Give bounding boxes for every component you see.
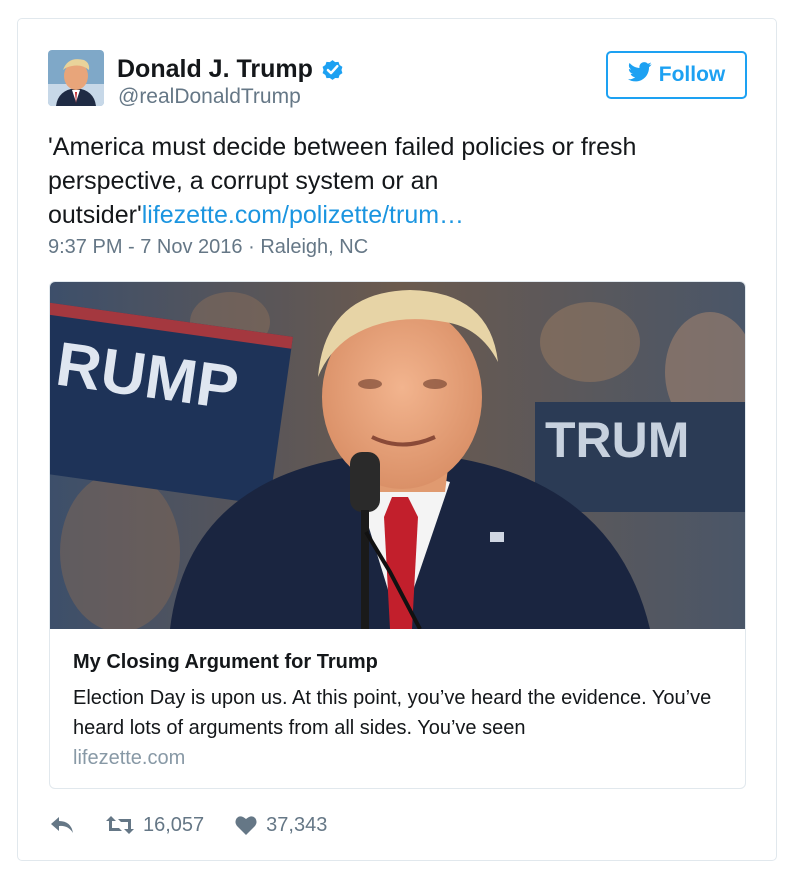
reply-icon (49, 814, 75, 836)
tweet-text: 'America must decide between failed poli… (48, 130, 668, 232)
card-image[interactable]: RUMP TRUM (50, 282, 746, 629)
tweet-timestamp-location[interactable]: 9:37 PM - 7 Nov 2016 · Raleigh, NC (48, 236, 368, 259)
card-image-sign-right: TRUM (545, 412, 689, 468)
retweet-icon (105, 814, 135, 836)
follow-button[interactable]: Follow (606, 51, 747, 99)
retweet-button[interactable]: 16,057 (105, 814, 204, 837)
avatar[interactable] (48, 50, 104, 106)
heart-icon (234, 814, 258, 836)
author-handle[interactable]: @realDonaldTrump (118, 85, 301, 109)
tweet-actions: 16,057 37,343 (49, 812, 327, 838)
card-domain: lifezette.com (73, 747, 186, 769)
author-name[interactable]: Donald J. Trump (117, 55, 345, 84)
verified-badge-icon (320, 57, 345, 82)
link-preview-card[interactable]: RUMP TRUM My Closing Argument for Trump … (49, 281, 746, 789)
embedded-tweet: Donald J. Trump @realDonaldTrump Follow … (17, 18, 777, 861)
like-count: 37,343 (266, 813, 328, 836)
twitter-bird-icon (627, 62, 652, 88)
author-name-text[interactable]: Donald J. Trump (117, 55, 313, 84)
card-title[interactable]: My Closing Argument for Trump (73, 651, 378, 674)
reply-button[interactable] (49, 814, 75, 836)
tweet-link[interactable]: lifezette.com/polizette/trum… (142, 201, 464, 229)
card-description: Election Day is upon us. At this point, … (73, 687, 712, 739)
like-button[interactable]: 37,343 (234, 814, 327, 837)
retweet-count: 16,057 (143, 813, 205, 836)
follow-label: Follow (658, 63, 726, 86)
